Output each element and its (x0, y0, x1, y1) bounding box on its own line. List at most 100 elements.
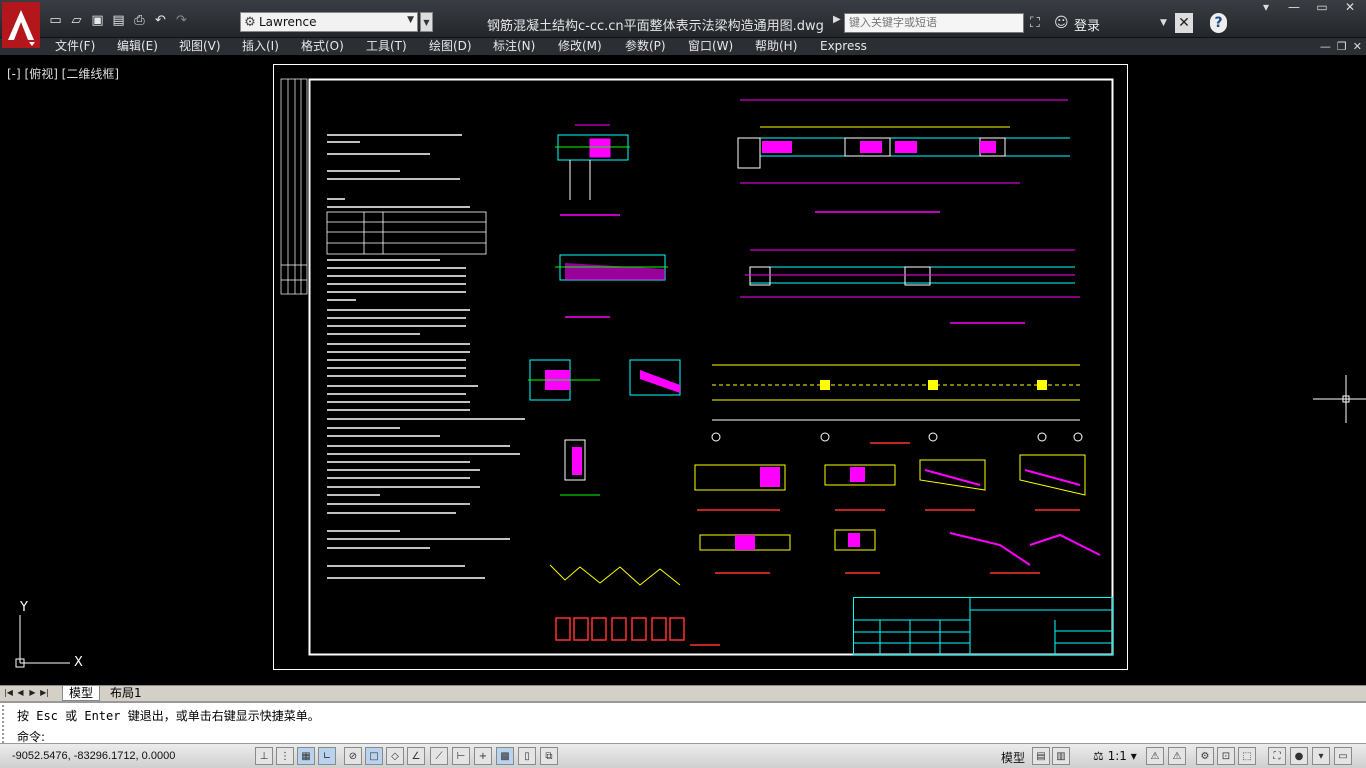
menu-bar: 文件(F) 编辑(E) 视图(V) 插入(I) 格式(O) 工具(T) 绘图(D… (0, 38, 1366, 55)
menu-view[interactable]: 视图(V) (179, 38, 221, 55)
doc-minimize-icon[interactable]: — (1320, 38, 1331, 55)
tab-model[interactable]: 模型 (62, 686, 101, 701)
lineweight-icon[interactable]: + (474, 747, 492, 765)
command-history: 按 Esc 或 Enter 键退出，或单击右键显示快捷菜单。 (17, 709, 320, 723)
layout-tabs: |◀ ◀ ▶ ▶| 模型 布局1 (0, 685, 1366, 701)
workspace-name: Lawrence (259, 15, 317, 29)
dynamic-input-icon[interactable]: ⊢ (452, 747, 470, 765)
annotation-scale[interactable]: ⚖ 1:1 ▾ (1093, 749, 1137, 763)
clean-screen-icon[interactable]: ▭ (1334, 747, 1352, 765)
menu-format[interactable]: 格式(O) (301, 38, 344, 55)
tab-navigation: |◀ ◀ ▶ ▶| (3, 687, 50, 699)
search-expand-icon[interactable]: ▶ (833, 14, 843, 30)
selection-cycling-icon[interactable]: ⧉ (540, 747, 558, 765)
crosshair-cursor (1313, 375, 1366, 423)
auto-scale-icon[interactable]: ⚠ (1168, 747, 1186, 765)
autocad-logo-icon[interactable] (2, 2, 40, 48)
prev-tab-icon[interactable]: ◀ (15, 687, 26, 699)
menu-express[interactable]: Express (820, 38, 867, 55)
status-menu-icon[interactable]: ▾ (1312, 747, 1330, 765)
beam-elevation-2 (740, 249, 1080, 324)
binoculars-icon[interactable]: ⛶ (1030, 13, 1040, 33)
detail-column-joint (555, 124, 630, 216)
save-icon[interactable]: ▣ (88, 11, 107, 30)
tab-layout1[interactable]: 布局1 (104, 686, 148, 701)
close-icon[interactable]: ✕ (1336, 0, 1364, 16)
menu-draw[interactable]: 绘图(D) (429, 38, 472, 55)
doc-restore-icon[interactable]: ❐ (1337, 38, 1347, 55)
bulb-icon[interactable]: ● (1290, 747, 1308, 765)
doc-close-icon[interactable]: ✕ (1353, 38, 1362, 55)
workspace-switching-icon[interactable]: ⚙ (1196, 747, 1214, 765)
login-button[interactable]: 登录 (1074, 15, 1100, 34)
polar-tracking-icon[interactable]: ⊘ (344, 747, 362, 765)
command-window-grip[interactable] (2, 705, 12, 743)
beam-elevation-1 (737, 99, 1070, 213)
maximize-icon[interactable]: ▭ (1308, 0, 1336, 16)
quick-properties-icon[interactable]: ▯ (518, 747, 536, 765)
drawing-canvas[interactable]: [-] [俯视] [二维线框] Y X (0, 55, 1366, 685)
menu-dimension[interactable]: 标注(N) (493, 38, 535, 55)
annotation-visibility-icon[interactable]: ⚠ (1146, 747, 1164, 765)
detail-beam-sections (528, 359, 681, 496)
grid-display-icon[interactable]: ▦ (297, 747, 315, 765)
title-bar: ▭ ▱ ▣ ▤ ⎙ ↶ ↷ ⚙ Lawrence ▼ ▼ 钢筋混凝土结构c-cc… (0, 0, 1366, 48)
quick-view-layouts-icon[interactable]: ▤ (1032, 747, 1050, 765)
redo-icon[interactable]: ↷ (172, 11, 191, 30)
menu-tools[interactable]: 工具(T) (366, 38, 407, 55)
ucs-x-label: X (74, 655, 83, 670)
ortho-mode-icon[interactable]: ∟ (318, 747, 336, 765)
help-icon[interactable]: ? (1210, 13, 1227, 33)
menu-edit[interactable]: 编辑(E) (117, 38, 158, 55)
first-tab-icon[interactable]: |◀ (3, 687, 14, 699)
ucs-y-label: Y (19, 600, 28, 615)
coordinate-readout[interactable]: -9052.5476, -83296.1712, 0.0000 (12, 750, 175, 762)
menu-insert[interactable]: 插入(I) (242, 38, 279, 55)
general-notes (327, 134, 470, 208)
open-icon[interactable]: ▱ (67, 11, 86, 30)
object-snap-icon[interactable]: □ (365, 747, 383, 765)
model-space-button[interactable]: 模型 (1001, 749, 1025, 766)
ucs-icon (15, 615, 70, 668)
lock-icon[interactable]: ⊡ (1217, 747, 1235, 765)
object-snap-tracking-icon[interactable]: ∠ (407, 747, 425, 765)
dynamic-ucs-icon[interactable]: ⟋ (430, 747, 448, 765)
search-input[interactable] (844, 13, 1024, 33)
menu-file[interactable]: 文件(F) (55, 38, 95, 55)
next-tab-icon[interactable]: ▶ (27, 687, 38, 699)
status-bar: -9052.5476, -83296.1712, 0.0000 ⊥ ⋮ ▦ ∟ … (0, 743, 1366, 768)
3d-osnap-icon[interactable]: ◇ (386, 747, 404, 765)
snap-mode-icon[interactable]: ⋮ (276, 747, 294, 765)
gear-icon: ⚙ (244, 14, 256, 30)
hardware-acceleration-icon[interactable]: ⬚ (1238, 747, 1256, 765)
menu-parameters[interactable]: 参数(P) (625, 38, 666, 55)
stirrup-details (549, 564, 720, 646)
toolbar-overflow-button[interactable]: ▼ (420, 12, 433, 32)
chevron-down-icon: ▼ (407, 15, 414, 25)
notes-table (326, 211, 487, 255)
document-window-controls: — ❐ ✕ (1320, 38, 1362, 55)
command-window: 按 Esc 或 Enter 键退出，或单击右键显示快捷菜单。 命令: (0, 701, 1366, 744)
new-icon[interactable]: ▭ (46, 11, 65, 30)
login-dropdown-icon[interactable]: ▼ (1160, 13, 1167, 33)
menu-help[interactable]: 帮助(H) (755, 38, 797, 55)
print-icon[interactable]: ⎙ (130, 11, 149, 30)
menu-modify[interactable]: 修改(M) (558, 38, 602, 55)
user-icon[interactable]: ☺ (1054, 13, 1069, 33)
restore-icon[interactable]: — (1280, 0, 1308, 16)
autocad-window: ▭ ▱ ▣ ▤ ⎙ ↶ ↷ ⚙ Lawrence ▼ ▼ 钢筋混凝土结构c-cc… (0, 0, 1366, 768)
detail-cantilever (555, 254, 668, 318)
undo-icon[interactable]: ↶ (151, 11, 170, 30)
infer-constraints-icon[interactable]: ⊥ (255, 747, 273, 765)
window-controls: ▾ — ▭ ✕ (1252, 0, 1364, 16)
quick-view-drawings-icon[interactable]: ▥ (1052, 747, 1070, 765)
last-tab-icon[interactable]: ▶| (39, 687, 50, 699)
exchange-icon[interactable]: ✕ (1175, 13, 1193, 33)
save-as-icon[interactable]: ▤ (109, 11, 128, 30)
isolate-objects-icon[interactable]: ⛶ (1268, 747, 1286, 765)
menu-window[interactable]: 窗口(W) (688, 38, 733, 55)
transparency-icon[interactable]: ▩ (496, 747, 514, 765)
minimize-icon[interactable]: ▾ (1252, 0, 1280, 16)
workspace-dropdown[interactable]: ⚙ Lawrence ▼ (240, 12, 418, 32)
quick-access-toolbar: ▭ ▱ ▣ ▤ ⎙ ↶ ↷ (46, 11, 191, 30)
